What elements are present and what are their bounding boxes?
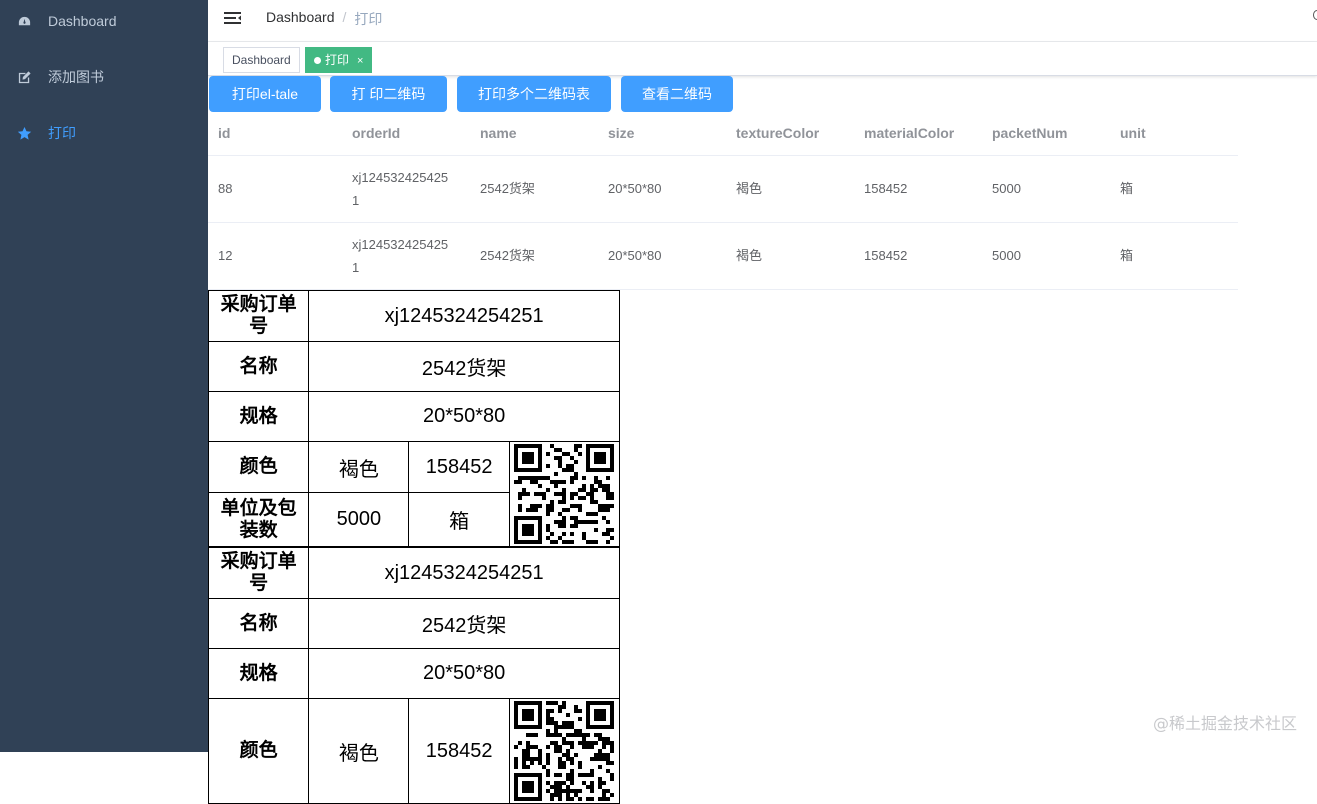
label-key-color: 颜色 [207,441,310,493]
table-cell: 5000 [992,181,1021,196]
sidebar-item-label: 添加图书 [48,69,104,85]
table-cell: 1 [352,260,360,275]
label-value-texture: 褐色 [308,698,410,804]
label-value-material: 158452 [408,698,510,804]
sidebar-item-label: Dashboard [48,13,117,29]
avatar[interactable] [1313,10,1317,20]
sidebar: Dashboard 添加图书 打印 [0,0,208,752]
column-header: id [218,125,231,141]
column-header: name [480,125,517,141]
table-cell: 箱 [1120,248,1134,263]
qrcode-cell [508,441,621,547]
label-value-material: 158452 [408,441,510,493]
dashboard-icon [18,16,31,25]
tag-label: 打印 [325,53,350,67]
label-key-color: 颜色 [207,698,310,804]
edit-icon [18,70,31,83]
tag-print[interactable]: 打印 × [305,47,373,73]
label-value-size: 20*50*80 [308,391,620,442]
watermark: @稀土掘金技术社区 [1152,714,1297,733]
breadcrumb: Dashboard / 打印 [266,9,382,29]
table-cell: 箱 [1120,181,1134,196]
breadcrumb-separator: / [342,9,347,25]
label-key-unit: 单位及包 装数 [207,492,310,547]
sidebar-item-dashboard[interactable]: Dashboard [0,0,208,49]
label-key-order: 采购订单号 [207,547,310,599]
label-key-name: 名称 [207,598,310,649]
column-header: textureColor [736,125,820,141]
table-row: 88 xj124532425425 1 2542货架 20*50*80 褐色 1… [208,156,1238,223]
table-cell: 2542货架 [480,248,535,263]
column-header: size [608,125,635,141]
label-value-order: xj1245324254251 [308,290,620,342]
column-header: packetNum [992,125,1068,141]
table-cell: xj124532425425 [352,237,449,252]
table-cell: 88 [218,181,233,196]
print-qrcode-button[interactable]: 打 印二维码 [330,76,447,112]
table-cell: 158452 [864,181,908,196]
label-value-size: 20*50*80 [308,648,620,699]
qrcode-image [514,701,615,801]
breadcrumb-current: 打印 [354,11,383,27]
breadcrumb-home[interactable]: Dashboard [266,9,335,29]
active-dot-icon [314,57,321,64]
table-header: id orderId name size textureColor materi… [208,112,1238,156]
table-cell: 20*50*80 [608,248,662,263]
table-cell: 1 [352,193,360,208]
table-cell: 5000 [992,248,1021,263]
column-header: materialColor [864,125,955,141]
label-value-unit: 箱 [408,492,510,547]
label-key-order: 采购订单号 [207,290,310,342]
view-qrcode-button[interactable]: 查看二维码 [621,76,733,112]
table-cell: 褐色 [736,248,763,263]
label-value-name: 2542货架 [308,341,620,392]
label-key-size: 规格 [207,391,310,442]
tags-view: Dashboard 打印 × [208,42,1317,76]
table-row: 12 xj124532425425 1 2542货架 20*50*80 褐色 1… [208,223,1238,290]
print-el-table-button[interactable]: 打印el-tale [209,76,321,112]
hamburger-icon[interactable] [224,10,242,26]
tag-label: Dashboard [232,53,291,67]
table-cell: 褐色 [736,181,763,196]
print-multi-qrcode-button[interactable]: 打印多个二维码表 [457,76,611,112]
print-label: 采购订单号 xj1245324254251 名称 2542货架 规格 20*50… [207,547,621,804]
sidebar-item-add-book[interactable]: 添加图书 [0,49,208,105]
qrcode-cell [508,698,621,804]
label-value-texture: 褐色 [308,441,410,493]
table-cell: 12 [218,248,233,263]
label-key-size: 规格 [207,648,310,699]
label-value-packet: 5000 [308,492,410,547]
table-cell: 20*50*80 [608,181,662,196]
label-value-name: 2542货架 [308,598,620,649]
close-icon[interactable]: × [357,55,363,67]
column-header: unit [1120,125,1146,141]
print-label: 采购订单号 xj1245324254251 名称 2542货架 规格 20*50… [207,290,621,547]
sidebar-item-label: 打印 [48,125,76,141]
label-value-order: xj1245324254251 [308,547,620,599]
table-cell: 2542货架 [480,181,535,196]
label-key-name: 名称 [207,341,310,392]
tag-dashboard[interactable]: Dashboard [223,47,300,73]
sidebar-item-print[interactable]: 打印 [0,105,208,161]
table-cell: 158452 [864,248,908,263]
table-cell: xj124532425425 [352,170,449,185]
qrcode-image [514,444,615,544]
navbar: Dashboard / 打印 [208,0,1317,42]
column-header: orderId [352,125,401,141]
star-icon [17,126,32,140]
